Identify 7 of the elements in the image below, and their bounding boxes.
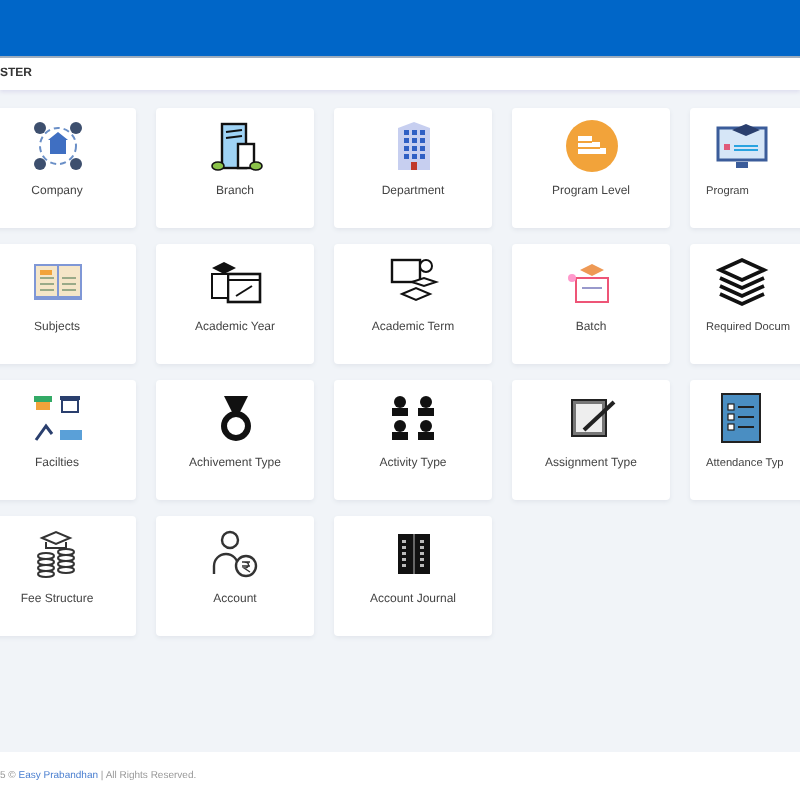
facilities-icon — [29, 390, 85, 446]
people-network-icon — [29, 118, 85, 174]
document-stack-icon — [714, 254, 770, 310]
person-rupee-icon — [207, 526, 263, 582]
monitor-icon — [714, 118, 770, 174]
stairs-icon — [563, 118, 619, 174]
office-building-icon — [207, 118, 263, 174]
